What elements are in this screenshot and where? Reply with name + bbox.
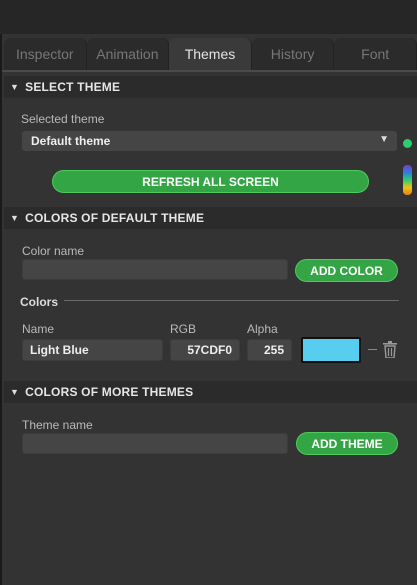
collapse-triangle-icon: ▼ (10, 82, 20, 92)
tab-font[interactable]: Font (334, 38, 417, 70)
column-alpha-label: Alpha (247, 322, 278, 336)
column-rgb-label: RGB (170, 322, 197, 336)
color-row-rgb-input[interactable]: 57CDF0 (170, 339, 240, 361)
selected-theme-label: Selected theme (21, 112, 105, 126)
theme-name-input[interactable] (22, 433, 288, 454)
select-theme-title: SELECT THEME (25, 80, 121, 94)
colors-group-label: Colors (20, 295, 59, 309)
minus-icon (368, 349, 377, 350)
tab-bar: Inspector Animation Themes History Font (4, 38, 417, 70)
tab-history[interactable]: History (251, 38, 335, 70)
colors-default-title: COLORS OF DEFAULT THEME (25, 211, 205, 225)
colors-default-header[interactable]: ▼ COLORS OF DEFAULT THEME (4, 207, 417, 229)
status-dot-icon (403, 139, 412, 148)
color-row-alpha-input[interactable]: 255 (247, 339, 292, 361)
refresh-all-screen-button[interactable]: REFRESH ALL SCREEN (52, 170, 369, 193)
tab-underline (2, 70, 417, 72)
theme-name-label: Theme name (22, 418, 93, 432)
theme-dropdown-value: Default theme (31, 134, 111, 148)
trash-icon[interactable] (383, 341, 397, 358)
column-name-label: Name (22, 322, 55, 336)
colors-divider (64, 300, 399, 301)
color-gradient-icon (403, 165, 412, 195)
themes-panel: Inspector Animation Themes History Font … (0, 34, 417, 585)
color-row-name-input[interactable]: Light Blue (22, 339, 163, 361)
select-theme-header[interactable]: ▼ SELECT THEME (4, 76, 417, 98)
colors-more-header[interactable]: ▼ COLORS OF MORE THEMES (4, 381, 417, 403)
dropdown-arrow-icon: ▼ (379, 134, 389, 145)
tab-inspector[interactable]: Inspector (4, 38, 87, 70)
color-name-label: Color name (22, 244, 85, 258)
theme-dropdown[interactable]: Default theme ▼ (22, 131, 397, 151)
color-swatch[interactable] (301, 337, 361, 363)
color-name-input[interactable] (22, 259, 288, 280)
tab-themes[interactable]: Themes (169, 38, 252, 70)
tab-animation[interactable]: Animation (86, 38, 170, 70)
collapse-triangle-icon: ▼ (10, 387, 20, 397)
colors-more-title: COLORS OF MORE THEMES (25, 385, 194, 399)
top-bar (0, 0, 417, 34)
collapse-triangle-icon: ▼ (10, 213, 20, 223)
add-theme-button[interactable]: ADD THEME (296, 432, 398, 455)
add-color-button[interactable]: ADD COLOR (295, 259, 398, 282)
